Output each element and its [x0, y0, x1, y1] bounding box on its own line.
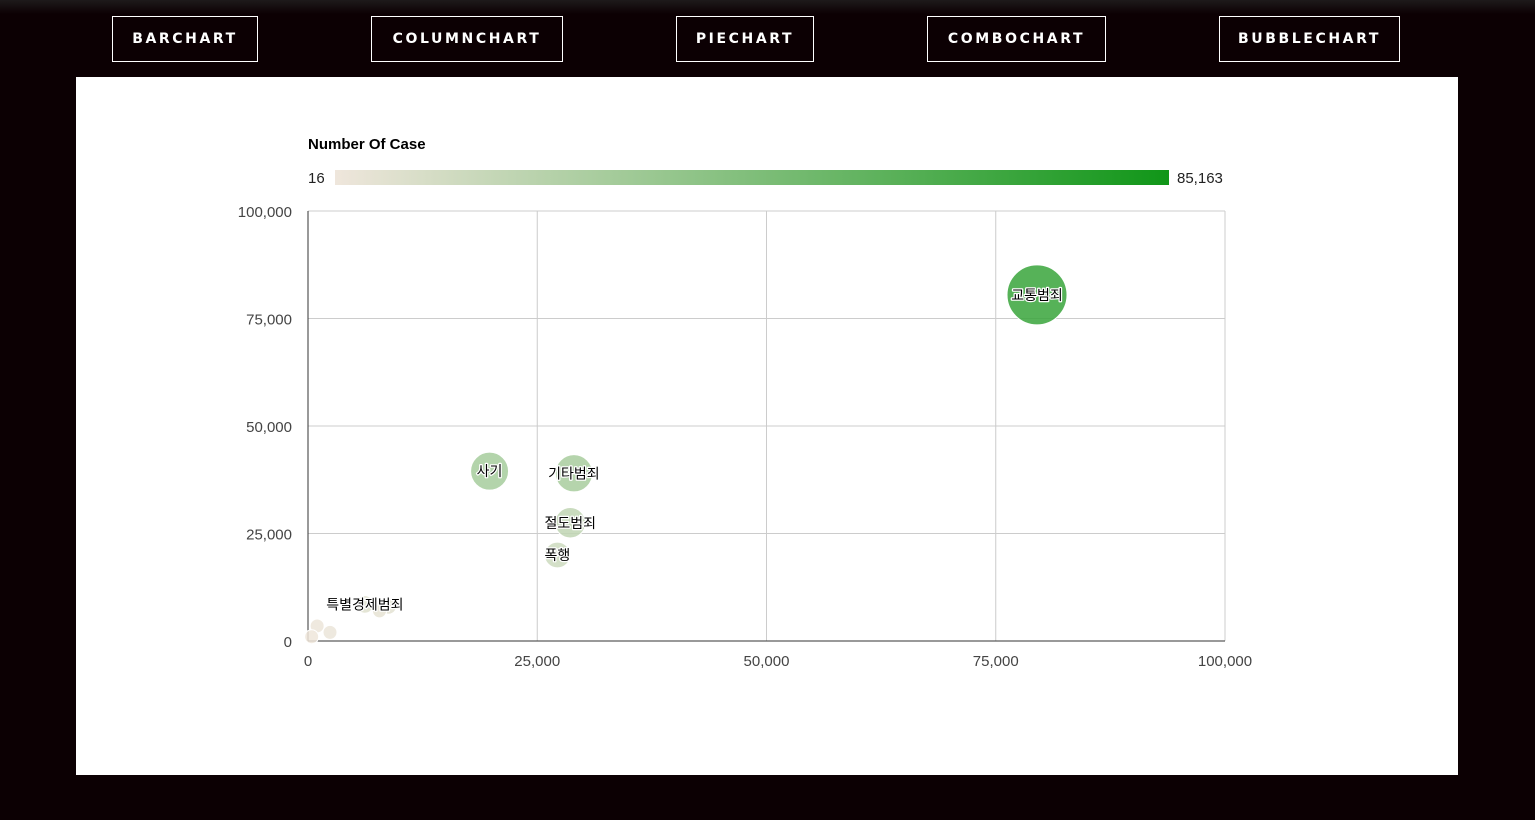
chart-panel: Number Of Case 16 85,163 0 25,000 50,000 75…	[76, 77, 1458, 775]
combochart-button[interactable]: COMBOCHART	[927, 16, 1106, 62]
y-tick-label: 100,000	[238, 204, 292, 221]
piechart-button[interactable]: PIECHART	[676, 16, 814, 62]
y-tick-label: 25,000	[246, 527, 292, 544]
colorbar-max-label: 85,163	[1177, 170, 1223, 187]
bubble-chart: Number Of Case 16 85,163 0 25,000 50,000 75…	[238, 136, 1252, 670]
x-tick-label: 100,000	[1198, 653, 1252, 670]
columnchart-button[interactable]: COLUMNCHART	[371, 16, 563, 62]
bubbles	[304, 264, 1068, 645]
bubble-label: 사기	[477, 464, 503, 480]
bubble	[322, 624, 338, 640]
bubble-label: 특별경제범죄	[326, 597, 403, 613]
colorbar-min-label: 16	[308, 170, 325, 187]
bubblechart-button[interactable]: BUBBLECHART	[1219, 16, 1400, 62]
barchart-button[interactable]: BARCHART	[112, 16, 258, 62]
x-tick-label: 50,000	[744, 653, 790, 670]
bubble-labels: 교통범죄사기 기타범죄절도범죄폭행특별경제범죄	[325, 287, 1064, 615]
top-nav-bar: BARCHART COLUMNCHART PIECHART COMBOCHART…	[0, 0, 1535, 77]
y-tick-label: 75,000	[246, 312, 292, 329]
bubble-label: 절도범죄	[544, 516, 596, 532]
y-tick-label: 50,000	[246, 419, 292, 436]
bubble-label: 교통범죄	[1011, 288, 1063, 304]
grid-lines	[308, 210, 1226, 641]
bubble-label: 폭행	[545, 548, 571, 564]
y-tick-label: 0	[284, 634, 292, 651]
x-tick-label: 75,000	[973, 653, 1019, 670]
bubble	[304, 629, 320, 645]
x-tick-label: 0	[304, 653, 312, 670]
colorbar	[335, 170, 1169, 185]
colorbar-title: Number Of Case	[308, 136, 426, 153]
x-tick-label: 25,000	[514, 653, 560, 670]
bubble-label: 기타범죄	[548, 466, 600, 482]
